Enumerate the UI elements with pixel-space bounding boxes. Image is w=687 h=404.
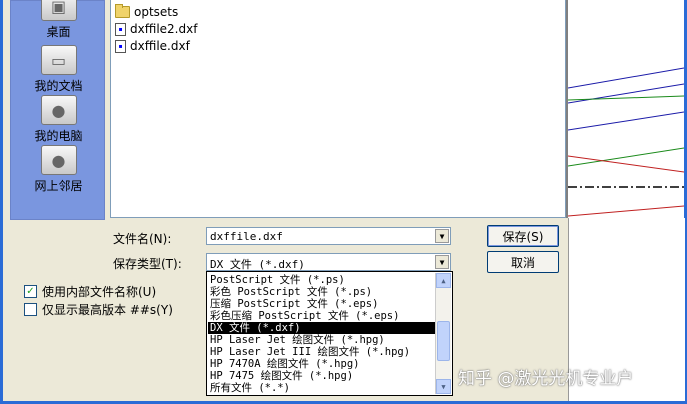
dropdown-option[interactable]: HP 7475 绘图文件 (*.hpg) bbox=[208, 370, 438, 382]
place-label: 网上邻居 bbox=[34, 179, 83, 193]
place-label: 我的文档 bbox=[34, 79, 83, 93]
filetype-dropdown-list[interactable]: PostScript 文件 (*.ps) 彩色 PostScript 文件 (*… bbox=[206, 271, 453, 396]
option-label: 使用内部文件名称(U) bbox=[42, 285, 157, 299]
list-item[interactable]: ▪ dxffile2.dxf bbox=[115, 21, 197, 37]
option-label: 仅显示最高版本 ##s(Y) bbox=[42, 303, 173, 317]
folder-icon bbox=[115, 4, 130, 18]
file-list[interactable]: optsets ▪ dxffile2.dxf ▪ dxffile.dxf bbox=[110, 0, 566, 218]
list-item[interactable]: ▪ dxffile.dxf bbox=[115, 38, 190, 54]
show-latest-version-option[interactable]: 仅显示最高版本 ##s(Y) bbox=[24, 301, 173, 318]
file-name: dxffile2.dxf bbox=[130, 22, 198, 36]
cad-line-green-2 bbox=[568, 147, 684, 167]
file-name: dxffile.dxf bbox=[130, 39, 190, 53]
scroll-thumb[interactable] bbox=[437, 321, 450, 361]
use-internal-name-option[interactable]: ✓ 使用内部文件名称(U) bbox=[24, 283, 156, 300]
dropdown-option[interactable]: 压缩 PostScript 文件 (*.eps) bbox=[208, 298, 438, 310]
my-documents-icon: ▭ bbox=[40, 45, 77, 75]
cad-line-blue-2 bbox=[568, 83, 684, 104]
filetype-label: 保存类型(T): bbox=[113, 257, 182, 271]
dxf-file-icon: ▪ bbox=[115, 39, 126, 53]
checkbox-checked[interactable]: ✓ bbox=[24, 285, 37, 298]
place-label: 桌面 bbox=[46, 25, 71, 39]
chevron-down-icon[interactable]: ▼ bbox=[435, 255, 449, 269]
dropdown-option[interactable]: HP 7470A 绘图文件 (*.hpg) bbox=[208, 358, 438, 370]
file-name: optsets bbox=[134, 5, 179, 19]
place-label: 我的电脑 bbox=[34, 129, 83, 143]
place-my-documents[interactable]: ▭ 我的文档 bbox=[11, 45, 106, 94]
filename-combobox[interactable]: dxffile.dxf ▼ bbox=[206, 227, 451, 245]
dropdown-option[interactable]: HP Laser Jet 绘图文件 (*.hpg) bbox=[208, 334, 438, 346]
save-button[interactable]: 保存(S) bbox=[487, 225, 559, 247]
places-bar: ▣ 桌面 ▭ 我的文档 ● 我的电脑 ● 网上邻居 bbox=[10, 0, 105, 220]
scroll-down-icon[interactable]: ▼ bbox=[436, 379, 451, 394]
filetype-value: DX 文件 (*.dxf) bbox=[210, 258, 305, 271]
dialog-edge bbox=[566, 0, 568, 218]
dropdown-option[interactable]: 彩色 PostScript 文件 (*.ps) bbox=[208, 286, 438, 298]
dxf-file-icon: ▪ bbox=[115, 22, 126, 36]
dropdown-option[interactable]: 所有文件 (*.*) bbox=[208, 382, 438, 394]
dropdown-option-selected[interactable]: DX 文件 (*.dxf) bbox=[208, 322, 438, 334]
my-computer-icon: ● bbox=[40, 95, 77, 125]
place-network[interactable]: ● 网上邻居 bbox=[11, 145, 106, 194]
cad-line-red-2 bbox=[568, 205, 684, 217]
cad-line-blue-3 bbox=[568, 111, 684, 131]
chevron-down-icon[interactable]: ▼ bbox=[435, 229, 449, 243]
dropdown-option[interactable]: PostScript 文件 (*.ps) bbox=[208, 274, 438, 286]
scroll-up-icon[interactable]: ▲ bbox=[436, 273, 451, 288]
cad-lines bbox=[568, 67, 684, 217]
checkbox-unchecked[interactable] bbox=[24, 303, 37, 316]
watermark: 知乎 @激光光机专业户 bbox=[458, 369, 634, 389]
cad-line-red-1 bbox=[568, 155, 684, 173]
cad-line-green-1 bbox=[568, 95, 684, 101]
dropdown-scrollbar[interactable]: ▲ ▼ bbox=[435, 273, 451, 394]
desktop-icon: ▣ bbox=[40, 0, 77, 21]
dropdown-option[interactable]: HP Laser Jet III 绘图文件 (*.hpg) bbox=[208, 346, 438, 358]
filetype-combobox[interactable]: DX 文件 (*.dxf) ▼ bbox=[206, 253, 451, 271]
place-my-computer[interactable]: ● 我的电脑 bbox=[11, 95, 106, 144]
list-item[interactable]: optsets bbox=[115, 4, 178, 20]
place-desktop[interactable]: ▣ 桌面 bbox=[11, 0, 106, 40]
cad-line-blue-1 bbox=[568, 67, 684, 89]
filename-label: 文件名(N): bbox=[113, 232, 172, 246]
cancel-button[interactable]: 取消 bbox=[487, 251, 559, 273]
network-icon: ● bbox=[40, 145, 77, 175]
dropdown-option[interactable]: 彩色压缩 PostScript 文件 (*.eps) bbox=[208, 310, 438, 322]
filename-value: dxffile.dxf bbox=[210, 230, 283, 243]
